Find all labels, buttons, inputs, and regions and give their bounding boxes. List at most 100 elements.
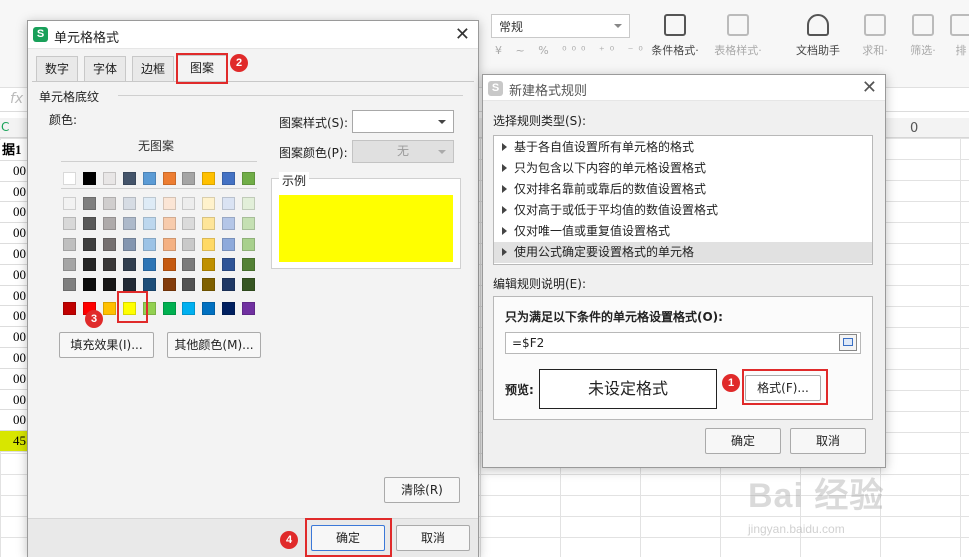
color-swatch[interactable] <box>63 197 76 210</box>
pattern-style-select[interactable] <box>352 110 454 133</box>
color-swatch[interactable] <box>222 217 236 231</box>
rule-type-item[interactable]: 只为包含以下内容的单元格设置格式 <box>494 158 872 179</box>
color-swatch[interactable] <box>63 217 76 231</box>
color-swatch[interactable] <box>182 278 196 292</box>
color-swatch[interactable] <box>222 278 236 292</box>
cell[interactable]: 00 <box>0 202 30 224</box>
color-swatch[interactable] <box>63 257 76 271</box>
cell[interactable]: 00 <box>0 223 30 244</box>
close-icon[interactable]: ✕ <box>862 77 877 98</box>
color-swatch[interactable] <box>202 302 216 315</box>
color-swatch[interactable] <box>82 278 96 292</box>
close-icon[interactable]: ✕ <box>455 24 470 45</box>
color-swatch[interactable] <box>222 302 236 315</box>
color-swatch[interactable] <box>122 197 136 210</box>
color-swatch[interactable] <box>182 237 196 251</box>
tab-font[interactable]: 字体 <box>84 56 126 81</box>
color-swatch[interactable] <box>142 217 156 231</box>
rule-type-item[interactable]: 仅对高于或低于平均值的数值设置格式 <box>494 200 872 221</box>
color-swatch[interactable] <box>242 278 256 292</box>
color-swatch[interactable] <box>142 172 156 185</box>
color-swatch[interactable] <box>162 237 176 251</box>
format-dialog-titlebar[interactable]: S 单元格格式 ✕ <box>28 21 478 49</box>
color-swatch[interactable] <box>202 217 216 231</box>
fill-effects-button[interactable]: 填充效果(I)... <box>59 332 154 358</box>
color-swatch[interactable] <box>242 197 256 210</box>
color-swatch[interactable] <box>202 257 216 271</box>
color-swatch[interactable] <box>162 278 176 292</box>
cell[interactable]: 00 <box>0 306 30 328</box>
color-swatch[interactable] <box>122 257 136 271</box>
color-swatch[interactable] <box>202 278 216 292</box>
color-swatch[interactable] <box>63 278 76 292</box>
color-swatch[interactable] <box>82 257 96 271</box>
cell[interactable]: 00 <box>0 181 30 203</box>
color-swatch[interactable] <box>182 197 196 210</box>
rule-cancel-button[interactable]: 取消 <box>790 428 866 454</box>
cell[interactable]: 00 <box>0 285 30 307</box>
color-swatch[interactable] <box>202 237 216 251</box>
rule-type-item[interactable]: 仅对排名靠前或靠后的数值设置格式 <box>494 179 872 200</box>
rule-type-list[interactable]: 基于各自值设置所有单元格的格式 只为包含以下内容的单元格设置格式 仅对排名靠前或靠后… <box>493 135 873 265</box>
pattern-color-select[interactable]: 无 <box>352 140 454 163</box>
color-swatch[interactable] <box>102 197 116 210</box>
sort-button[interactable]: 排 <box>946 14 969 58</box>
cell[interactable]: 00 <box>0 368 30 390</box>
color-swatch[interactable] <box>102 172 116 185</box>
color-swatch[interactable] <box>162 257 176 271</box>
color-swatch[interactable] <box>242 302 256 315</box>
color-swatch[interactable] <box>162 172 176 185</box>
color-swatch[interactable] <box>222 197 236 210</box>
rule-type-item[interactable]: 使用公式确定要设置格式的单元格 <box>494 242 872 263</box>
rule-type-item[interactable]: 仅对唯一值或重复值设置格式 <box>494 221 872 242</box>
visible-column-cells[interactable]: 据1 00 00 00 00 00 00 00 00 00 00 00 00 00 45 <box>0 140 30 452</box>
color-swatch[interactable] <box>82 197 96 210</box>
rule-ok-button[interactable]: 确定 <box>705 428 781 454</box>
color-swatch[interactable] <box>142 257 156 271</box>
color-swatch[interactable] <box>82 172 96 185</box>
cell[interactable]: 00 <box>0 243 30 265</box>
color-swatch[interactable] <box>102 217 116 231</box>
color-swatch[interactable] <box>82 217 96 231</box>
color-swatch[interactable] <box>242 217 256 231</box>
more-colors-button[interactable]: 其他颜色(M)... <box>167 332 261 358</box>
table-style-button[interactable]: 表格样式· <box>708 14 768 58</box>
color-swatch[interactable] <box>122 217 136 231</box>
color-swatch[interactable] <box>102 257 116 271</box>
color-swatch[interactable] <box>122 172 136 185</box>
column-header-c[interactable]: C <box>0 120 30 138</box>
color-swatch[interactable] <box>222 172 236 185</box>
cell[interactable]: 00 <box>0 347 30 369</box>
tab-border[interactable]: 边框 <box>132 56 174 81</box>
conditional-format-button[interactable]: 条件格式· <box>645 14 705 58</box>
formula-input[interactable]: =$F2 <box>505 332 861 354</box>
cell[interactable]: 45 <box>0 431 30 452</box>
color-swatch[interactable] <box>242 257 256 271</box>
color-swatch[interactable] <box>202 197 216 210</box>
color-swatch[interactable] <box>242 172 256 185</box>
color-swatch[interactable] <box>242 237 256 251</box>
cell[interactable]: 00 <box>0 327 30 348</box>
format-cancel-button[interactable]: 取消 <box>396 525 470 551</box>
cell[interactable]: 00 <box>0 389 30 411</box>
color-swatch[interactable] <box>142 278 156 292</box>
rule-type-item[interactable]: 基于各自值设置所有单元格的格式 <box>494 137 872 158</box>
color-swatch[interactable] <box>182 302 196 315</box>
color-swatch[interactable] <box>102 237 116 251</box>
color-swatch[interactable] <box>102 278 116 292</box>
filter-button[interactable]: 筛选· <box>895 14 951 58</box>
color-swatch[interactable] <box>142 197 156 210</box>
rule-dialog-titlebar[interactable]: S 新建格式规则 ✕ <box>483 75 885 101</box>
color-swatch[interactable] <box>162 302 176 315</box>
color-swatch[interactable] <box>63 172 76 185</box>
column-header-o[interactable]: 0 <box>910 121 918 136</box>
number-format-select[interactable]: 常规 <box>491 14 630 38</box>
color-swatch[interactable] <box>162 197 176 210</box>
color-swatch[interactable] <box>182 172 196 185</box>
cell[interactable]: 00 <box>0 160 30 182</box>
range-select-icon[interactable] <box>839 334 857 351</box>
color-swatch[interactable] <box>63 237 76 251</box>
doc-assistant-button[interactable]: 文档助手 <box>788 14 848 58</box>
color-swatch[interactable] <box>222 257 236 271</box>
no-pattern-option[interactable]: 无图案 <box>138 137 174 154</box>
